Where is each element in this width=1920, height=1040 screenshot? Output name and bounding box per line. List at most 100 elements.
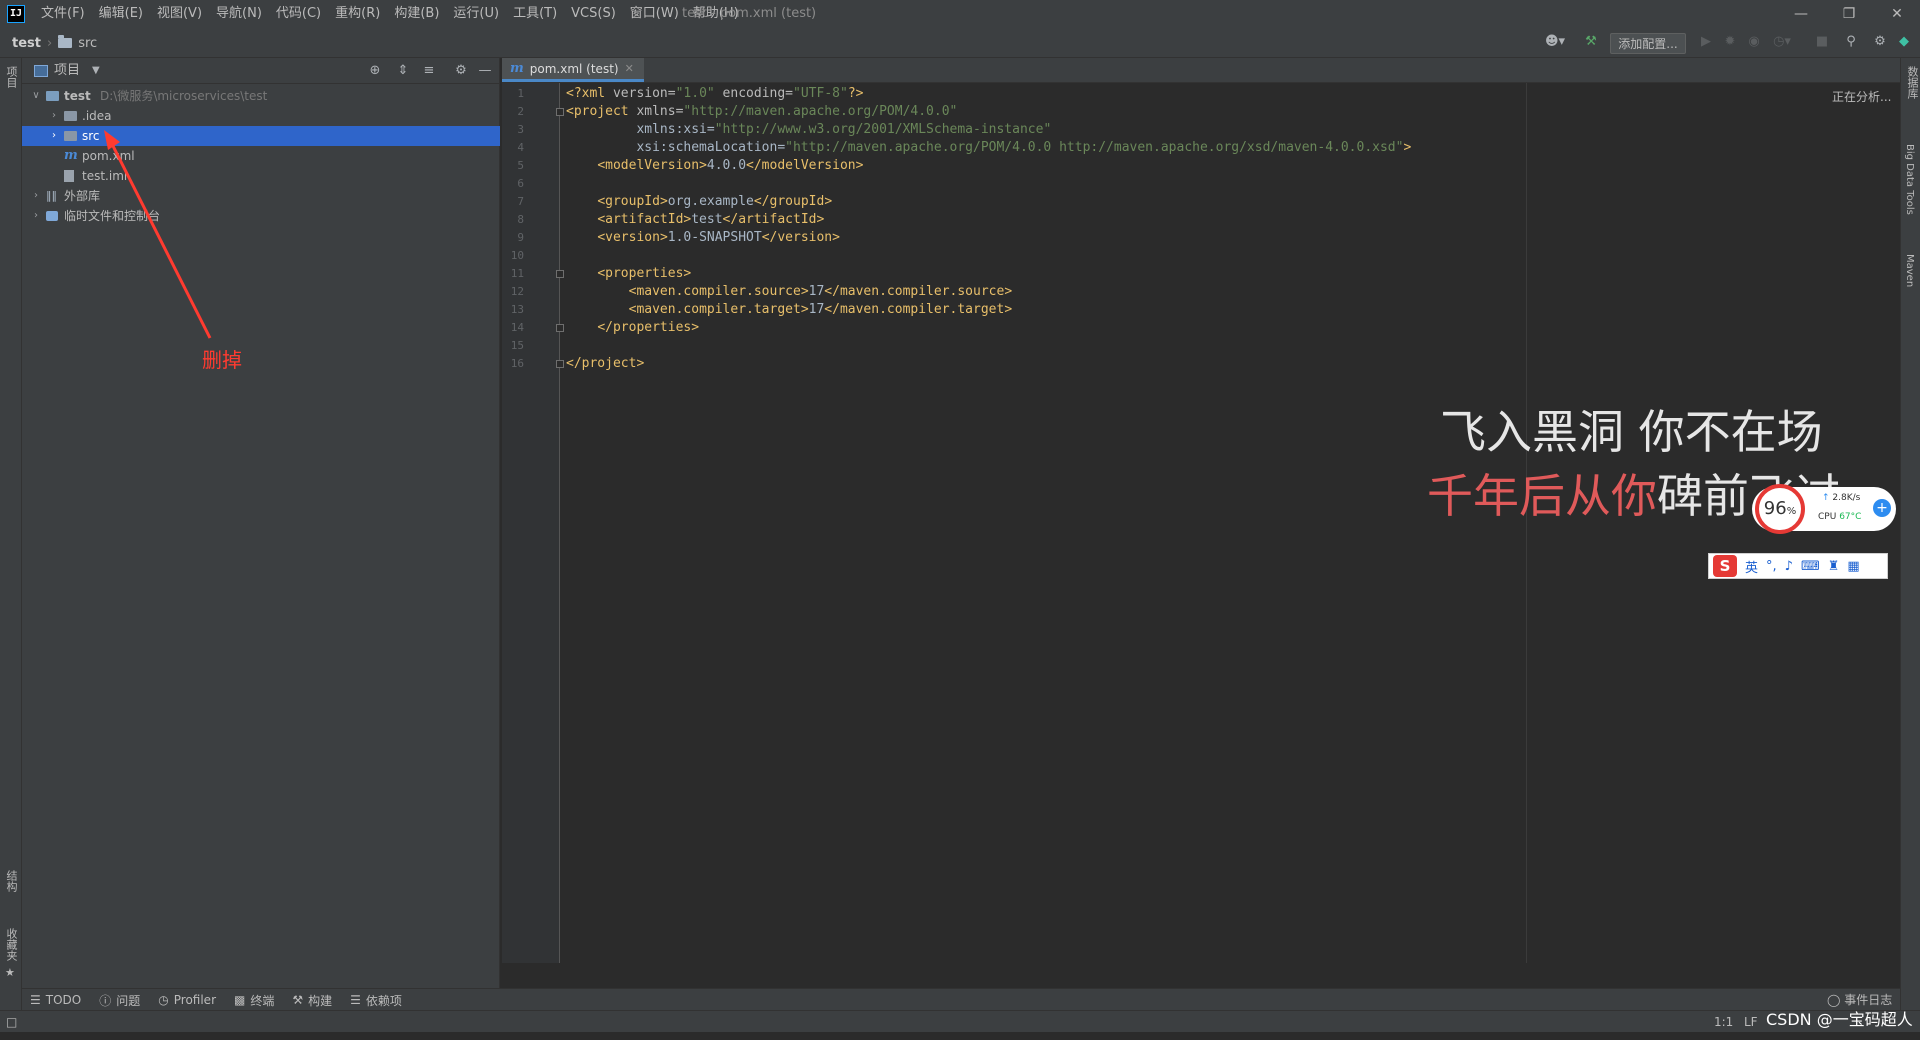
collapse-all-icon[interactable]: ≡ <box>421 63 437 79</box>
intellij-logo-icon[interactable]: IJ <box>7 5 25 23</box>
line-number: 16 <box>510 357 524 370</box>
menu-code[interactable]: 代码(C) <box>269 0 328 28</box>
breadcrumb-project[interactable]: test <box>12 36 41 51</box>
tab-pom-xml[interactable]: m pom.xml (test) ✕ <box>502 58 644 82</box>
fold-marker-icon[interactable] <box>556 324 564 332</box>
layers-icon: ☰ <box>350 993 361 1007</box>
project-tool-window-button[interactable]: 项目 <box>3 66 19 92</box>
expand-all-icon[interactable]: ⇕ <box>395 63 411 79</box>
line-number: 13 <box>510 303 524 316</box>
menu-tools[interactable]: 工具(T) <box>506 0 564 28</box>
left-tool-strip: 项目 结构 收藏夹 ★ <box>0 58 22 1010</box>
user-account-icon[interactable]: ☻▾ <box>1542 34 1568 50</box>
fold-marker-icon[interactable] <box>556 270 564 278</box>
toggle-tool-windows-icon[interactable]: □ <box>6 1011 17 1033</box>
coverage-icon[interactable]: ◉ <box>1746 34 1762 50</box>
build-tool-button[interactable]: ⚒ 构建 <box>292 992 332 1009</box>
build-label: 构建 <box>308 993 333 1008</box>
ime-punctuation-icon[interactable]: °, <box>1766 559 1777 574</box>
ime-keyboard-icon[interactable]: ⌨ <box>1801 559 1820 574</box>
settings-gear-icon[interactable]: ⚙ <box>1872 34 1888 50</box>
build-hammer-icon[interactable]: ⚒ <box>1583 34 1599 50</box>
upload-arrow-icon: ↑ <box>1822 493 1830 503</box>
todo-tool-button[interactable]: ☰ TODO <box>30 993 81 1007</box>
menu-window[interactable]: 窗口(W) <box>623 0 686 28</box>
dependencies-tool-button[interactable]: ☰ 依赖项 <box>350 992 402 1009</box>
memory-usage-ring[interactable]: 96% <box>1755 484 1805 534</box>
structure-tool-window-button[interactable]: 结构 <box>3 870 19 896</box>
breadcrumb: test › src <box>12 28 97 58</box>
ime-toolbox-icon[interactable]: ▦ <box>1847 559 1859 574</box>
ime-skin-icon[interactable]: ♜ <box>1828 559 1840 574</box>
ime-language-toggle[interactable]: 英 <box>1745 557 1758 576</box>
code-line: <groupId>org.example</groupId> <box>597 194 833 209</box>
minimize-window-icon[interactable]: — <box>1778 0 1824 28</box>
plugin-status-icon[interactable]: ◆ <box>1896 34 1912 50</box>
menu-run[interactable]: 运行(U) <box>446 0 506 28</box>
big-data-tools-button[interactable]: Big Data Tools <box>1904 144 1915 219</box>
fold-marker-icon[interactable] <box>556 360 564 368</box>
profiler-label: Profiler <box>173 993 216 1007</box>
code-line: <version>1.0-SNAPSHOT</version> <box>597 230 840 245</box>
maven-file-icon: m <box>510 61 524 76</box>
breadcrumb-src[interactable]: src <box>78 36 97 51</box>
annotation-arrow-head <box>104 130 120 150</box>
code-line: <maven.compiler.source>17</maven.compile… <box>628 284 1013 299</box>
add-configuration-button[interactable]: 添加配置... <box>1610 33 1686 54</box>
panel-options-gear-icon[interactable]: ⚙ <box>453 63 469 79</box>
maven-tool-window-button[interactable]: Maven <box>1904 254 1915 291</box>
profile-run-icon[interactable]: ◷▾ <box>1770 34 1794 50</box>
hammer-icon: ⚒ <box>292 993 304 1007</box>
debug-icon[interactable]: ✹ <box>1722 34 1738 50</box>
menu-refactor[interactable]: 重构(R) <box>328 0 387 28</box>
ime-toolbar[interactable]: S 英 °, ♪ ⌨ ♜ ▦ <box>1708 553 1888 579</box>
line-number: 6 <box>517 177 524 190</box>
close-tab-icon[interactable]: ✕ <box>625 62 634 75</box>
main-menu: 文件(F) 编辑(E) 视图(V) 导航(N) 代码(C) 重构(R) 构建(B… <box>34 0 746 28</box>
search-icon[interactable]: ⚲ <box>1843 34 1859 50</box>
info-icon: ⓘ <box>99 993 112 1008</box>
terminal-icon: ▩ <box>234 993 246 1007</box>
code-line: <?xml version="1.0" encoding="UTF-8"?> <box>566 86 864 101</box>
favorites-tool-window-button[interactable]: 收藏夹 <box>3 928 19 965</box>
cpu-temperature-value: 67°C <box>1839 512 1862 522</box>
window-title: test - pom.xml (test) <box>682 6 817 21</box>
menu-vcs[interactable]: VCS(S) <box>564 0 623 28</box>
menu-view[interactable]: 视图(V) <box>150 0 209 28</box>
annotation-delete-note: 删掉 <box>202 348 242 372</box>
line-number: 1 <box>517 87 524 100</box>
profiler-tool-button[interactable]: ◷ Profiler <box>158 993 216 1007</box>
locate-file-icon[interactable]: ⊕ <box>367 63 383 79</box>
problems-tool-button[interactable]: ⓘ 问题 <box>99 992 140 1009</box>
line-number: 3 <box>517 123 524 136</box>
line-number: 10 <box>510 249 524 262</box>
hide-panel-icon[interactable]: — <box>477 63 493 79</box>
run-icon[interactable]: ▶ <box>1698 34 1714 50</box>
menu-navigate[interactable]: 导航(N) <box>209 0 269 28</box>
todo-label: TODO <box>45 993 82 1007</box>
menu-edit[interactable]: 编辑(E) <box>92 0 150 28</box>
memory-percent-sign: % <box>1786 506 1797 517</box>
code-line: <project xmlns="http://maven.apache.org/… <box>566 104 958 119</box>
line-separator[interactable]: LF <box>1744 1011 1758 1033</box>
annotation-arrow-shaft <box>108 139 212 339</box>
terminal-tool-button[interactable]: ▩ 终端 <box>234 992 274 1009</box>
line-number: 2 <box>517 105 524 118</box>
widget-plus-icon[interactable]: + <box>1873 499 1891 517</box>
line-number: 8 <box>517 213 524 226</box>
cpu-temperature: CPU 67°C <box>1818 512 1861 522</box>
menu-build[interactable]: 构建(B) <box>387 0 446 28</box>
close-window-icon[interactable]: ✕ <box>1874 0 1920 28</box>
stop-icon[interactable]: ■ <box>1814 34 1830 50</box>
line-number: 15 <box>510 339 524 352</box>
terminal-label: 终端 <box>250 993 275 1008</box>
menu-file[interactable]: 文件(F) <box>34 0 92 28</box>
ime-microphone-icon[interactable]: ♪ <box>1785 559 1793 574</box>
navigation-bar: test › src ☻▾ ⚒ 添加配置... ▶ ✹ ◉ ◷▾ ■ ⚲ ⚙ ◆ <box>0 28 1920 58</box>
code-line: </project> <box>566 356 645 371</box>
database-tool-window-button[interactable]: 数据库 <box>1904 66 1920 103</box>
caret-position[interactable]: 1:1 <box>1714 1011 1733 1033</box>
sogou-ime-logo-icon: S <box>1713 555 1737 577</box>
fold-marker-icon[interactable] <box>556 108 564 116</box>
restore-window-icon[interactable]: ❐ <box>1826 0 1872 28</box>
